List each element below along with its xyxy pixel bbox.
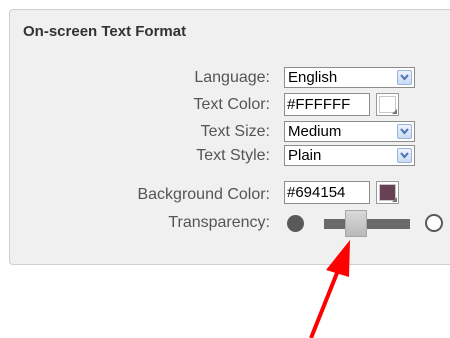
red-pointer-arrow-icon bbox=[309, 240, 350, 338]
